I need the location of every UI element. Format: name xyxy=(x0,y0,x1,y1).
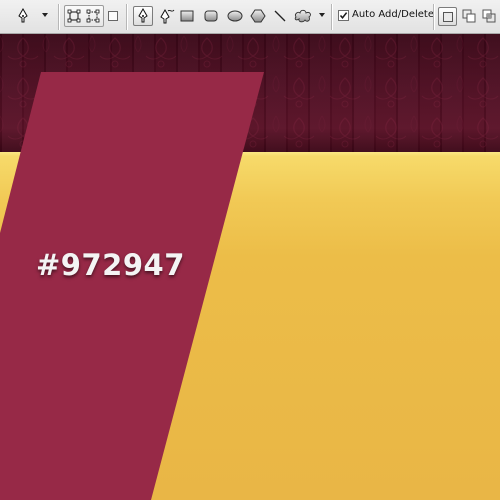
custom-shape-tool-button[interactable] xyxy=(293,7,313,25)
line-icon xyxy=(274,10,286,22)
hex-color-label: #972947 xyxy=(36,248,185,282)
intersect-path-icon xyxy=(482,9,496,23)
add-to-path-button[interactable] xyxy=(438,7,457,26)
rectangle-icon xyxy=(180,10,194,22)
shape-layers-icon xyxy=(67,9,81,23)
rectangle-tool-button[interactable] xyxy=(178,7,196,25)
fill-pixels-button[interactable] xyxy=(104,7,122,25)
checkmark-icon xyxy=(339,12,348,19)
polygon-icon xyxy=(250,9,266,23)
shape-layers-button[interactable] xyxy=(65,7,83,25)
line-tool-button[interactable] xyxy=(271,7,289,25)
freeform-pen-tool-button[interactable] xyxy=(158,7,176,25)
fill-pixels-icon xyxy=(108,11,118,21)
subtract-from-path-button[interactable] xyxy=(460,7,478,25)
separator xyxy=(58,4,59,30)
separator xyxy=(126,4,127,30)
freeform-pen-icon xyxy=(160,8,175,24)
separator xyxy=(331,4,332,30)
polygon-tool-button[interactable] xyxy=(249,7,267,25)
paths-button[interactable] xyxy=(84,7,102,25)
auto-add-delete-label[interactable]: Auto Add/Delete xyxy=(352,9,434,20)
subtract-from-path-icon xyxy=(462,9,476,23)
ellipse-tool-button[interactable] xyxy=(226,7,244,25)
rounded-rectangle-tool-button[interactable] xyxy=(202,7,220,25)
pen-icon xyxy=(18,8,28,23)
rounded-rectangle-icon xyxy=(204,10,218,22)
options-bar: Auto Add/Delete xyxy=(0,0,500,34)
tool-preset-pen-icon[interactable] xyxy=(14,7,32,25)
intersect-path-button[interactable] xyxy=(480,7,498,25)
document-canvas[interactable]: #972947 xyxy=(0,34,500,500)
tool-preset-chevron-down-icon[interactable] xyxy=(42,13,48,17)
auto-add-delete-checkbox[interactable] xyxy=(338,10,349,21)
add-to-path-icon xyxy=(442,11,453,22)
pen-icon xyxy=(138,8,148,23)
paths-icon xyxy=(86,9,100,23)
pen-tool-button[interactable] xyxy=(133,6,153,26)
ellipse-icon xyxy=(227,10,243,22)
custom-shape-icon xyxy=(294,9,311,23)
custom-shape-chevron-down-icon[interactable] xyxy=(319,13,325,17)
separator xyxy=(433,4,434,30)
